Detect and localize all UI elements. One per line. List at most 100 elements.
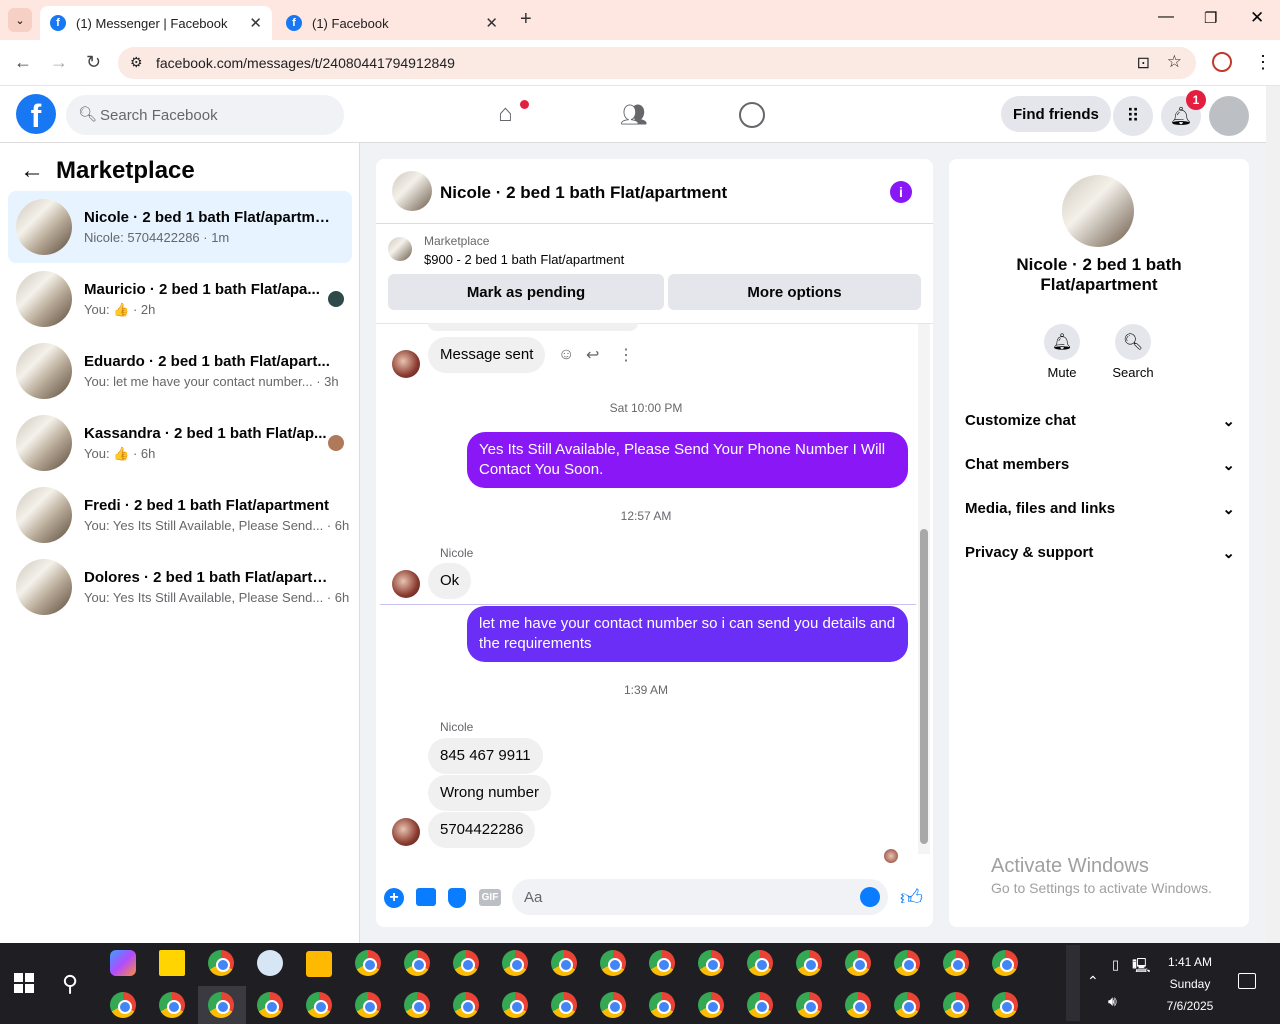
search-chat-icon[interactable]: 🔍︎ [1115,324,1151,360]
volume-icon[interactable]: 🔊︎ [1108,993,1117,1010]
chrome-profile-icon[interactable] [943,950,969,976]
chrome-icon[interactable] [208,950,234,976]
windows-start-icon[interactable] [14,973,34,993]
chrome-profile-icon[interactable] [502,950,528,976]
network-icon[interactable]: 🖳 [1132,955,1151,979]
chrome-profile-icon[interactable] [943,992,969,1018]
customize-chat-section[interactable]: Customize chat ⌄ [965,412,1235,430]
conversation-item[interactable]: Eduardo · 2 bed 1 bath Flat/apart... You… [8,335,352,407]
conversation-item[interactable]: Mauricio · 2 bed 1 bath Flat/apa... You:… [8,263,352,335]
sticky-notes-icon[interactable] [159,950,185,976]
new-tab-icon[interactable]: + [520,8,532,31]
facebook-logo-icon[interactable]: f [16,94,56,134]
profile-icon[interactable] [1212,52,1232,72]
media-files-links-section[interactable]: Media, files and links ⌄ [965,500,1235,518]
notifications-center-icon[interactable] [1238,973,1256,989]
taskbar-search-icon[interactable]: ⚲ [62,971,78,997]
info-icon[interactable]: i [890,181,912,203]
add-icon[interactable]: + [384,888,404,908]
conversation-item[interactable]: Nicole · 2 bed 1 bath Flat/apartment Nic… [8,191,352,263]
reload-icon[interactable]: ↻ [86,52,101,73]
mute-bell-icon[interactable]: 🔔︎ [1044,324,1080,360]
file-explorer-icon[interactable] [306,951,332,977]
clock-day[interactable]: Sunday [1155,977,1225,991]
chrome-profile-icon[interactable] [649,950,675,976]
message-bubble[interactable]: Yes Its Still Available, Please Send You… [467,432,908,488]
react-icon[interactable]: ☺ [558,346,574,364]
more-icon[interactable]: ⋮ [618,345,634,365]
chrome-profile-icon[interactable] [404,950,430,976]
conversation-item[interactable]: Dolores · 2 bed 1 bath Flat/apartm... Yo… [8,551,352,623]
chat-title[interactable]: Nicole · 2 bed 1 bath Flat/apartment [440,183,727,203]
chrome-profile-icon[interactable] [649,992,675,1018]
find-friends-button[interactable]: Find friends [1001,96,1111,132]
home-icon[interactable]: ⌂ [498,100,513,128]
privacy-support-section[interactable]: Privacy & support ⌄ [965,544,1235,562]
friends-icon[interactable]: 👥︎ [620,102,648,128]
listing-avatar[interactable] [392,171,432,211]
chrome-profile-icon[interactable] [110,992,136,1018]
message-input[interactable]: Aa [512,879,888,915]
site-info-icon[interactable]: ⚙ [130,54,143,71]
tab-search-chevron-icon[interactable]: ⌄ [8,8,32,32]
clock-time[interactable]: 1:41 AM [1155,955,1225,969]
message-bubble[interactable]: Ok [428,563,472,599]
conversation-item[interactable]: Kassandra · 2 bed 1 bath Flat/ap... You:… [8,407,352,479]
chrome-profile-icon[interactable] [551,950,577,976]
listing-title[interactable]: $900 - 2 bed 1 bath Flat/apartment [424,252,624,267]
scrollbar-thumb[interactable] [920,529,928,844]
message-bubble[interactable]: 5704422286 [428,812,536,848]
reply-icon[interactable]: ↩ [586,345,599,365]
chrome-profile-icon[interactable] [355,992,381,1018]
show-hidden-icons-icon[interactable]: ⌃ [1087,973,1099,990]
tab-facebook[interactable]: f (1) Facebook ✕ [276,6,508,40]
clock-date[interactable]: 7/6/2025 [1155,999,1225,1013]
chrome-profile-icon[interactable] [306,992,332,1018]
url-field[interactable]: ⚙ facebook.com/messages/t/24080441794912… [118,47,1196,79]
taskbar-scroll[interactable] [1066,945,1080,1021]
chrome-profile-icon[interactable] [796,950,822,976]
browser-menu-icon[interactable]: ⋮ [1254,52,1272,73]
chrome-profile-icon[interactable] [600,950,626,976]
close-tab-icon[interactable]: ✕ [249,14,262,32]
photo-icon[interactable] [416,888,436,906]
chrome-profile-icon[interactable] [796,992,822,1018]
back-arrow-icon[interactable]: ← [20,157,44,185]
emoji-icon[interactable] [860,887,880,907]
chrome-profile-icon[interactable] [992,992,1018,1018]
account-avatar[interactable] [1209,96,1249,136]
install-app-icon[interactable]: ⊡ [1137,53,1150,73]
search-input[interactable]: 🔍︎ Search Facebook [66,95,344,135]
app-icon[interactable] [257,950,283,976]
chrome-profile-icon[interactable] [208,992,234,1018]
chrome-profile-icon[interactable] [257,992,283,1018]
message-bubble[interactable]: let me have your contact number so i can… [467,606,908,662]
page-scrollbar[interactable] [1266,86,1280,943]
chrome-profile-icon[interactable] [894,992,920,1018]
chrome-profile-icon[interactable] [747,950,773,976]
scrollbar[interactable] [918,324,930,854]
chrome-profile-icon[interactable] [894,950,920,976]
gif-icon[interactable]: GIF [479,889,501,906]
chrome-profile-icon[interactable] [502,992,528,1018]
minimize-icon[interactable]: — [1158,8,1174,26]
more-options-button[interactable]: More options [668,274,921,310]
chrome-profile-icon[interactable] [845,950,871,976]
groups-icon[interactable] [739,102,765,128]
chrome-profile-icon[interactable] [698,992,724,1018]
message-bubble[interactable]: Message sent [428,337,546,373]
copilot-icon[interactable] [110,950,136,976]
forward-icon[interactable]: → [50,52,68,73]
back-icon[interactable]: ← [14,52,32,73]
menu-grid-icon[interactable]: ⠿ [1113,96,1153,136]
chrome-profile-icon[interactable] [404,992,430,1018]
close-tab-icon[interactable]: ✕ [485,14,498,32]
like-icon[interactable]: 👍︎ [900,884,923,911]
message-bubble[interactable]: 845 467 9911 [428,738,543,774]
chrome-profile-icon[interactable] [747,992,773,1018]
tray-device-icon[interactable]: ▯ [1112,957,1119,973]
close-window-icon[interactable]: ✕ [1250,8,1264,28]
chrome-profile-icon[interactable] [845,992,871,1018]
chrome-profile-icon[interactable] [600,992,626,1018]
conversation-item[interactable]: Fredi · 2 bed 1 bath Flat/apartment You:… [8,479,352,551]
